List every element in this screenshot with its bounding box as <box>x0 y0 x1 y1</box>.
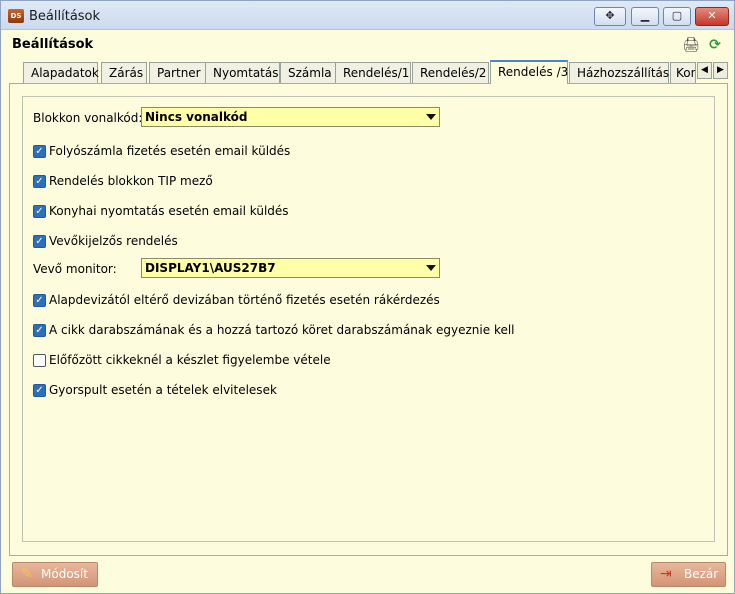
close-window-button[interactable]: ✕ <box>695 7 729 26</box>
pencil-icon: ✎ <box>21 566 33 582</box>
exit-icon: ⇥ <box>660 566 672 582</box>
printer-icon[interactable]: 🖨 <box>682 37 700 53</box>
checkbox-icon[interactable]: ✓ <box>33 324 46 337</box>
move-window-button[interactable]: ✥ <box>594 7 626 26</box>
tab-nyomtatas[interactable]: Nyomtatás <box>205 62 280 84</box>
checkbox-label: Gyorspult esetén a tételek elvitelesek <box>49 383 277 397</box>
checkbox-label: A cikk darabszámának és a hozzá tartozó … <box>49 323 515 337</box>
checkbox-icon[interactable]: ✓ <box>33 175 46 188</box>
chevron-down-icon <box>426 265 436 271</box>
receipt-barcode-label: Blokkon vonalkód: <box>33 111 143 125</box>
receipt-barcode-value: Nincs vonalkód <box>145 110 248 124</box>
tab-scroll-right-icon[interactable]: ▶ <box>713 62 728 79</box>
receipt-barcode-select[interactable]: Nincs vonalkód <box>141 107 440 127</box>
tab-zaras[interactable]: Zárás <box>101 62 147 84</box>
checkbox-label: Vevőkijelzős rendelés <box>49 234 178 248</box>
tab-rendeles-2[interactable]: Rendelés/2 <box>412 62 489 84</box>
tab-rendeles-1[interactable]: Rendelés/1 <box>335 62 411 84</box>
checkbox-icon[interactable]: ✓ <box>33 294 46 307</box>
checkbox-label: Konyhai nyomtatás esetén email küldés <box>49 204 289 218</box>
refresh-icon[interactable]: ⟳ <box>706 37 724 53</box>
settings-window: DS Beállítások ✥ ▁ ▢ ✕ Beállítások 🖨 ⟳ A… <box>0 0 735 594</box>
tab-kon[interactable]: Kon <box>670 62 696 84</box>
app-icon: DS <box>8 9 24 23</box>
checkbox-icon[interactable]: ✓ <box>33 384 46 397</box>
checkbox-icon[interactable] <box>33 354 46 367</box>
checkbox-icon[interactable]: ✓ <box>33 145 46 158</box>
page-title: Beállítások <box>12 37 94 52</box>
minimize-button[interactable]: ▁ <box>631 7 659 26</box>
checkbox-label: Rendelés blokkon TIP mező <box>49 174 213 188</box>
tab-rendeles-3[interactable]: Rendelés /3 <box>490 60 568 84</box>
modify-button[interactable]: ✎ Módosít <box>12 562 98 587</box>
customer-monitor-select[interactable]: DISPLAY1\AUS27B7 <box>141 258 440 278</box>
modify-button-label: Módosít <box>41 567 88 581</box>
tab-strip: Alapadatok Zárás Partner Nyomtatás Száml… <box>9 60 729 84</box>
window-title: Beállítások <box>29 9 101 24</box>
close-button-label: Bezár <box>684 567 719 581</box>
title-bar[interactable]: DS Beállítások ✥ ▁ ▢ ✕ <box>1 1 734 30</box>
tab-szamla[interactable]: Számla <box>280 62 338 84</box>
header: Beállítások 🖨 ⟳ <box>2 30 733 60</box>
customer-monitor-label: Vevő monitor: <box>33 262 117 276</box>
customer-monitor-value: DISPLAY1\AUS27B7 <box>145 261 276 275</box>
checkbox-label: Előfőzött cikkeknél a készlet figyelembe… <box>49 353 331 367</box>
checkbox-label: Alapdevizától eltérő devizában történő f… <box>49 293 440 307</box>
settings-group <box>22 96 715 542</box>
tab-alapadatok[interactable]: Alapadatok <box>23 62 99 84</box>
tab-scroll-left-icon[interactable]: ◀ <box>697 62 712 79</box>
checkbox-icon[interactable]: ✓ <box>33 205 46 218</box>
close-button[interactable]: ⇥ Bezár <box>651 562 726 587</box>
tab-hazhozszallitas[interactable]: Házhozszállítás <box>569 62 669 84</box>
checkbox-icon[interactable]: ✓ <box>33 235 46 248</box>
chevron-down-icon <box>426 114 436 120</box>
tab-partner[interactable]: Partner <box>149 62 206 84</box>
maximize-button[interactable]: ▢ <box>663 7 691 26</box>
footer: ✎ Módosít ⇥ Bezár <box>2 558 733 593</box>
checkbox-label: Folyószámla fizetés esetén email küldés <box>49 144 291 158</box>
